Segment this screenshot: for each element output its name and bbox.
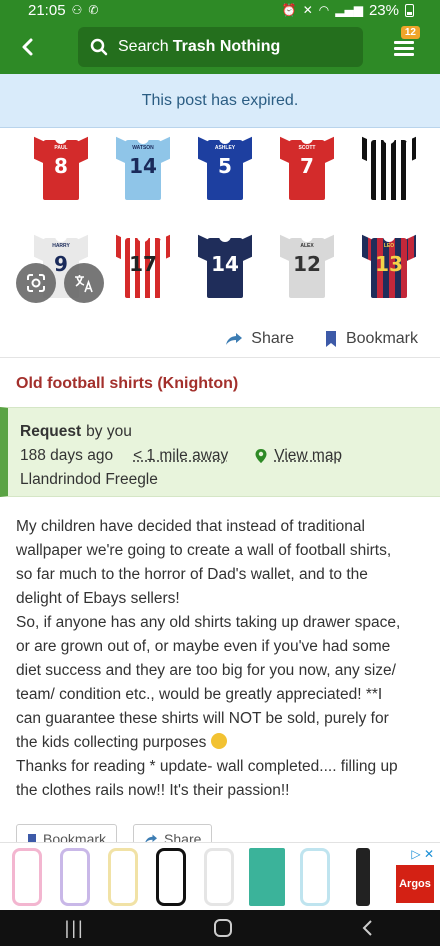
shirt-number: 5 — [218, 154, 232, 178]
back-button[interactable] — [0, 20, 56, 74]
translate-button[interactable] — [64, 263, 104, 303]
bookmark-button[interactable]: Bookmark — [324, 330, 418, 348]
alarm-icon: ⏰ — [281, 3, 297, 17]
shirt-number: 13 — [375, 252, 403, 276]
shirt-name: LEO — [383, 243, 395, 249]
status-time: 21:05 — [28, 1, 66, 19]
battery-icon — [405, 3, 414, 17]
back-nav-icon[interactable] — [361, 919, 375, 937]
football-shirt: ASHLEY 5 — [198, 136, 252, 202]
post-author: by you — [86, 423, 132, 440]
description-paragraph: My children have decided that instead of… — [16, 518, 392, 607]
battery-percent: 23% — [368, 1, 399, 19]
distance-link[interactable]: < 1 mile away — [133, 447, 228, 465]
shirt-number: 14 — [129, 154, 157, 178]
advertisement-banner[interactable]: ▷ ✕ Argos — [0, 842, 440, 910]
post-title: Old football shirts (Knighton) — [16, 375, 239, 392]
search-icon — [90, 38, 108, 56]
football-shirt: 14 — [198, 234, 252, 300]
adchoices-icon[interactable]: ▷ ✕ — [411, 847, 434, 861]
ad-product-phone-case[interactable] — [100, 846, 146, 908]
shirt-name: ASHLEY — [214, 145, 236, 151]
football-shirt: 17 — [116, 234, 170, 300]
post-age: 188 days ago — [20, 447, 114, 464]
football-shirt: PAUL 8 — [34, 136, 88, 202]
lens-button[interactable] — [16, 263, 56, 303]
description-paragraph: Thanks for reading * update- wall comple… — [16, 758, 398, 799]
search-prefix: Search — [118, 38, 169, 55]
shirt-number: 17 — [129, 252, 157, 276]
system-nav-bar: ||| — [0, 910, 440, 946]
translate-icon — [75, 275, 93, 293]
shirt-name: WATSON — [132, 145, 154, 151]
missed-call-icon: ✆ — [88, 3, 99, 17]
map-pin-icon — [255, 449, 267, 463]
shirt-name: HARRY — [52, 243, 70, 249]
view-map-link[interactable]: View map — [254, 447, 342, 465]
ad-product-phone-case[interactable] — [292, 846, 338, 908]
signal-icon: ▂▄▆ — [335, 3, 363, 17]
post-type: Request — [20, 423, 82, 440]
view-map-label: View map — [274, 447, 343, 464]
football-shirt: LEO 13 — [362, 234, 416, 300]
shirt-number: 8 — [54, 154, 68, 178]
home-icon[interactable] — [214, 919, 232, 937]
ad-product-box[interactable] — [244, 846, 290, 908]
bookmark-icon — [325, 330, 336, 347]
shirt-name: ALEX — [300, 243, 314, 249]
shirt-number: 14 — [211, 252, 239, 276]
shirt-number: 12 — [293, 252, 321, 276]
app-bar: Search Trash Nothing 12 — [0, 20, 440, 74]
ad-product-phone-case[interactable] — [196, 846, 242, 908]
hamburger-icon — [394, 41, 414, 44]
shirt-name: PAUL — [54, 145, 68, 151]
shirt-number: 7 — [300, 154, 314, 178]
share-button[interactable]: Share — [225, 330, 294, 348]
menu-button[interactable]: 12 — [392, 26, 420, 59]
search-brand: Trash Nothing — [172, 38, 281, 55]
football-shirt: SCOTT 7 — [280, 136, 334, 202]
search-bar[interactable]: Search Trash Nothing — [78, 27, 363, 67]
mute-icon: ✕ — [302, 3, 313, 17]
ad-product-remote[interactable] — [340, 846, 386, 908]
post-info: Request by you 188 days ago < 1 mile awa… — [0, 407, 440, 497]
lens-icon — [27, 274, 45, 292]
football-shirt: WATSON 14 — [116, 136, 170, 202]
expired-banner: This post has expired. — [0, 74, 440, 128]
back-arrow-icon — [22, 38, 33, 56]
group-name[interactable]: Llandrindod Freegle — [20, 471, 158, 489]
smiley-icon — [210, 733, 227, 749]
bookmark-label: Bookmark — [345, 329, 418, 347]
wifi-icon: ◠ — [318, 3, 330, 17]
football-shirt — [362, 136, 416, 202]
ad-brand-logo[interactable]: Argos — [396, 865, 434, 903]
ad-product-phone-case[interactable] — [52, 846, 98, 908]
share-icon — [226, 332, 243, 345]
messenger-icon: ⚇ — [71, 3, 83, 17]
description-paragraph: So, if anyone has any old shirts taking … — [16, 614, 401, 751]
post-description: My children have decided that instead of… — [16, 515, 402, 803]
expired-text: This post has expired. — [141, 91, 299, 109]
notification-badge: 12 — [400, 26, 420, 39]
share-label: Share — [251, 329, 294, 347]
post-actions: Share Bookmark — [0, 320, 440, 358]
recent-apps-icon[interactable]: ||| — [65, 918, 85, 939]
ad-product-phone-case[interactable] — [148, 846, 194, 908]
shirt-name: SCOTT — [298, 145, 316, 151]
ad-product-phone-case[interactable] — [4, 846, 50, 908]
status-bar: 21:05 ⚇ ✆ ⏰ ✕ ◠ ▂▄▆ 23% — [0, 0, 440, 20]
football-shirt: ALEX 12 — [280, 234, 334, 300]
